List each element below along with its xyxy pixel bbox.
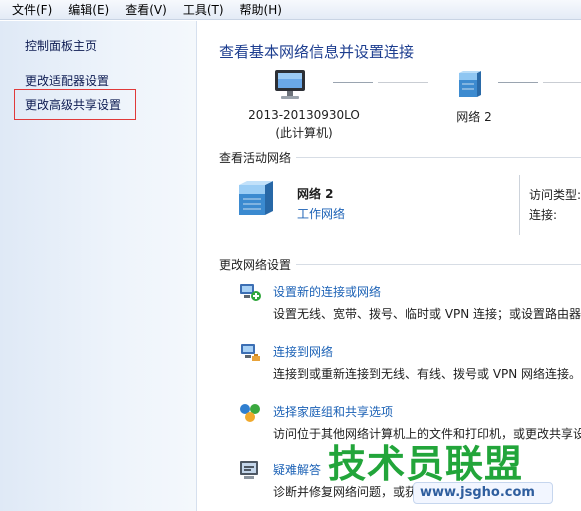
- sidebar-link-adapter-settings[interactable]: 更改适配器设置: [25, 72, 109, 89]
- watermark-url-box: www.jsgho.com: [413, 482, 553, 504]
- network-type-link[interactable]: 工作网络: [297, 205, 345, 222]
- sidebar: 控制面板主页 更改适配器设置 更改高级共享设置: [0, 21, 197, 511]
- task-link-homegroup[interactable]: 选择家庭组和共享选项: [273, 403, 393, 420]
- computer-icon[interactable]: [273, 68, 307, 102]
- connect-network-icon: [241, 344, 260, 361]
- section-rule: [296, 157, 581, 158]
- sidebar-link-home[interactable]: 控制面板主页: [25, 37, 97, 54]
- page-title: 查看基本网络信息并设置连接: [219, 43, 415, 61]
- map-line: [333, 82, 373, 83]
- sidebar-link-advanced-sharing[interactable]: 更改高级共享设置: [25, 96, 121, 113]
- menu-tools[interactable]: 工具(T): [175, 0, 232, 20]
- section-rule: [296, 264, 581, 265]
- connection-label: 连接:: [529, 208, 558, 222]
- menu-help[interactable]: 帮助(H): [232, 0, 290, 20]
- active-network-name: 网络 2: [297, 187, 334, 201]
- network-map-name: 网络 2: [456, 110, 492, 124]
- map-line: [498, 82, 538, 83]
- task-link-connect-network[interactable]: 连接到网络: [273, 343, 333, 360]
- watermark-brand: 技术员联盟: [328, 442, 524, 486]
- new-connection-icon: [240, 284, 261, 301]
- watermark: 技术员联盟 www.jsgho.com: [318, 433, 553, 509]
- menu-view[interactable]: 查看(V): [117, 0, 175, 20]
- watermark-url: www.jsgho.com: [420, 485, 535, 500]
- menu-file[interactable]: 文件(F): [4, 0, 60, 20]
- access-type-label: 访问类型:: [529, 188, 581, 202]
- computer-name: 2013-20130930LO: [248, 108, 360, 122]
- menu-bar: 文件(F) 编辑(E) 查看(V) 工具(T) 帮助(H): [0, 0, 581, 20]
- network-icon[interactable]: [456, 69, 482, 101]
- divider: [519, 175, 520, 235]
- computer-caption: (此计算机): [275, 126, 333, 140]
- menu-edit[interactable]: 编辑(E): [60, 0, 117, 20]
- task-desc-setup-connection: 设置无线、宽带、拨号、临时或 VPN 连接；或设置路由器: [273, 307, 581, 321]
- task-link-setup-connection[interactable]: 设置新的连接或网络: [273, 283, 381, 300]
- troubleshoot-icon: [240, 461, 258, 479]
- map-line: [543, 82, 581, 83]
- network-large-icon: [239, 181, 273, 215]
- map-line: [378, 82, 428, 83]
- active-networks-title: 查看活动网络: [219, 151, 292, 165]
- task-desc-connect-network: 连接到或重新连接到无线、有线、拨号或 VPN 网络连接。: [273, 367, 581, 381]
- homegroup-icon: [240, 404, 260, 422]
- change-settings-title: 更改网络设置: [219, 258, 292, 272]
- task-link-troubleshoot[interactable]: 疑难解答: [273, 461, 321, 478]
